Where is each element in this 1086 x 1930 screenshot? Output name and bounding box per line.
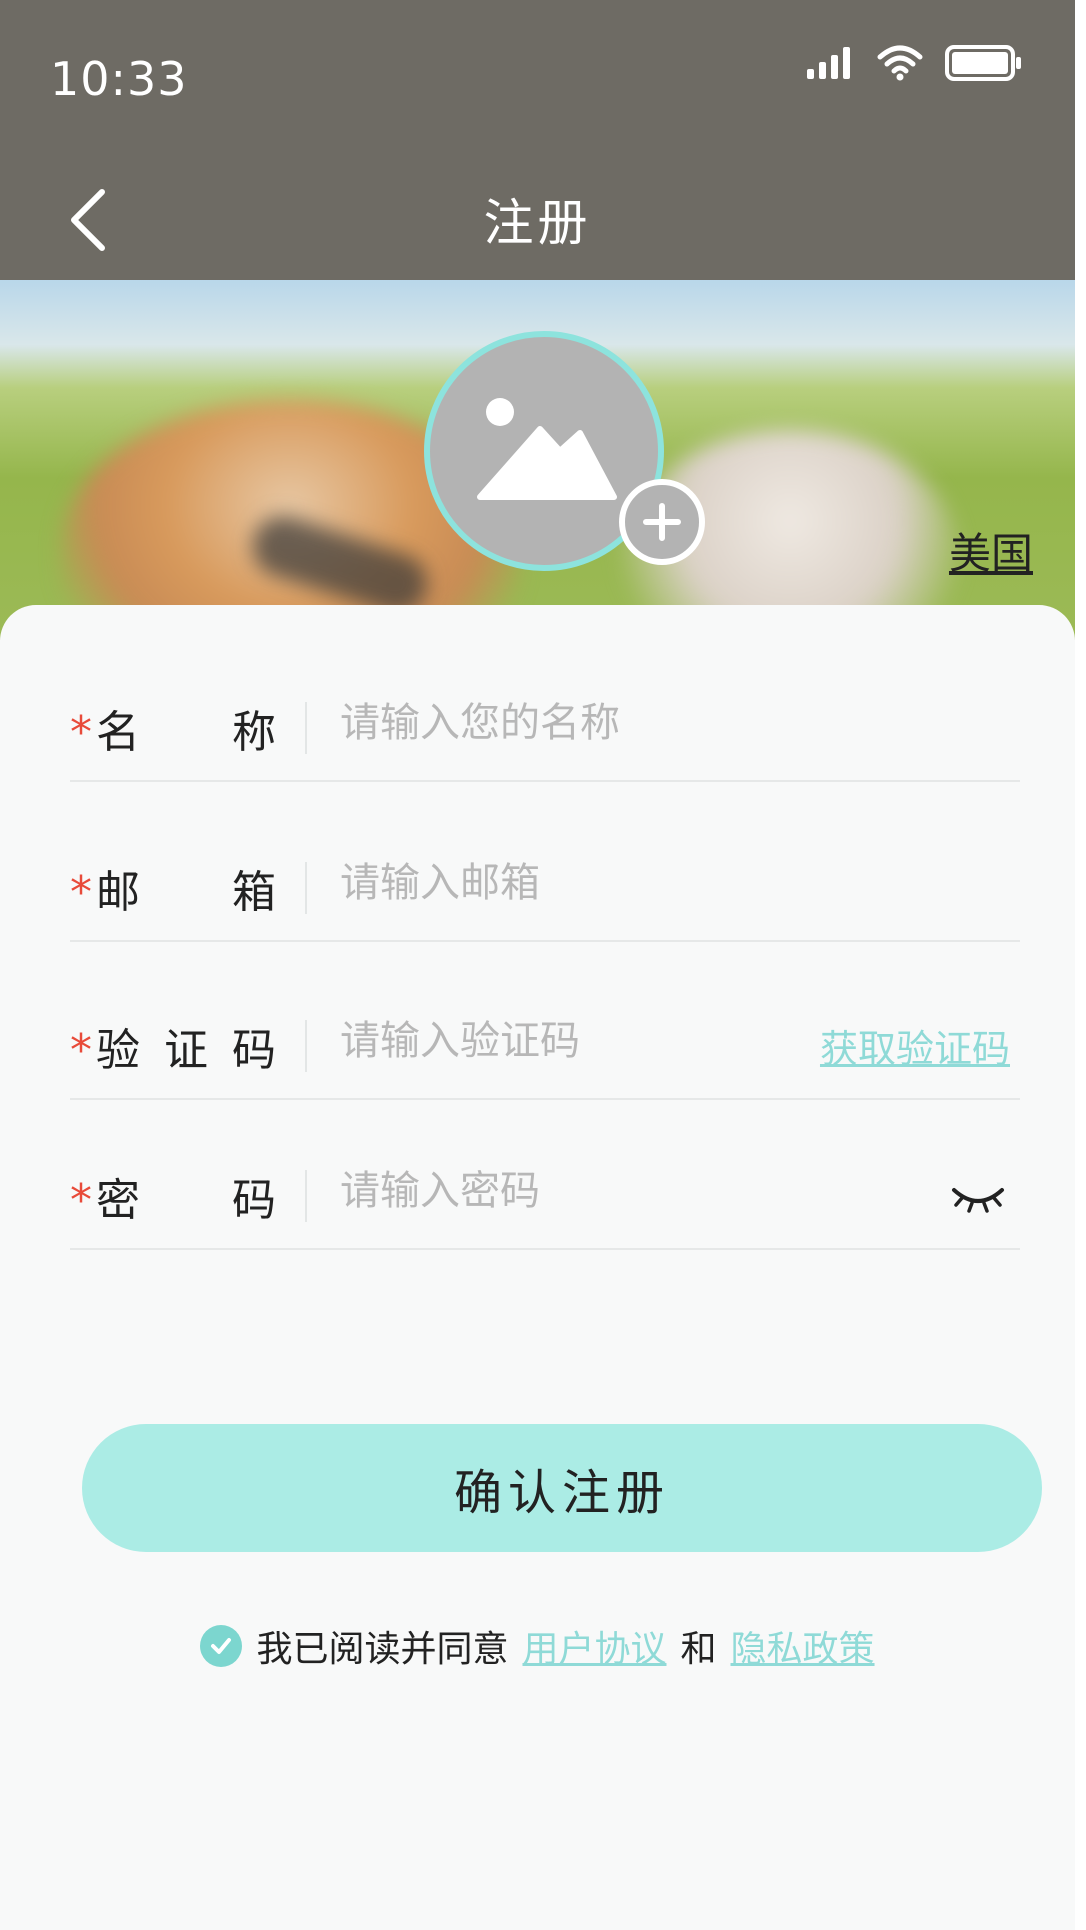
privacy-link[interactable]: 隐私政策 <box>731 1620 875 1672</box>
code-input[interactable] <box>338 1008 742 1074</box>
agreement-checkbox[interactable] <box>200 1625 243 1667</box>
header: 10:33 注册 <box>0 0 1075 280</box>
required-mark: * <box>70 1175 92 1226</box>
check-icon <box>211 1638 232 1654</box>
email-input[interactable] <box>338 850 822 916</box>
password-label: *密码 <box>70 1164 280 1228</box>
agreement-prefix: 我已阅读并同意 <box>256 1629 509 1670</box>
form-card <box>0 605 1075 1930</box>
get-code-button[interactable]: 获取验证码 <box>820 1018 1010 1073</box>
register-screen: 10:33 注册 美国 *名称 请输入您的名称 *邮箱 请输入邮箱 *验证码 请… <box>0 0 1075 1930</box>
code-field: *验证码 获取验证码 <box>70 978 1020 1100</box>
status-icons <box>805 44 1023 82</box>
required-mark: * <box>70 1025 92 1076</box>
battery-icon <box>945 45 1021 81</box>
password-label-text: 密码 <box>96 1175 276 1226</box>
name-field: *名称 <box>70 660 1020 782</box>
field-divider <box>305 1020 307 1072</box>
wifi-icon <box>877 45 923 81</box>
email-label: *邮箱 <box>70 856 280 920</box>
confirm-register-button[interactable]: 确认注册 <box>82 1424 1042 1552</box>
required-mark: * <box>70 867 92 918</box>
terms-link[interactable]: 用户协议 <box>522 1620 666 1672</box>
page-title: 注册 <box>483 194 592 252</box>
password-field: *密码 <box>70 1128 1020 1250</box>
name-label-text: 名称 <box>96 707 276 758</box>
agreement-row: 我已阅读并同意 用户协议 和 隐私政策 <box>0 1620 1075 1672</box>
email-label-text: 邮箱 <box>96 867 276 918</box>
add-avatar-button[interactable] <box>619 479 705 565</box>
name-input[interactable] <box>338 690 822 756</box>
required-mark: * <box>70 707 92 758</box>
field-divider <box>305 1170 307 1222</box>
plus-icon <box>643 503 681 541</box>
agreement-and: 和 <box>680 1629 717 1670</box>
name-label: *名称 <box>70 696 280 760</box>
avatar-upload[interactable] <box>424 331 705 571</box>
region-selector[interactable]: 美国 <box>949 520 1033 581</box>
password-visibility-toggle[interactable] <box>950 1178 1006 1218</box>
password-input[interactable] <box>338 1158 822 1224</box>
signal-icon <box>807 47 850 79</box>
field-divider <box>305 862 307 914</box>
eye-closed-icon <box>952 1188 1004 1213</box>
field-divider <box>305 702 307 754</box>
code-label-text: 验证码 <box>96 1025 276 1076</box>
status-time: 10:33 <box>50 52 188 106</box>
code-label: *验证码 <box>70 1014 280 1078</box>
email-field: *邮箱 <box>70 820 1020 942</box>
